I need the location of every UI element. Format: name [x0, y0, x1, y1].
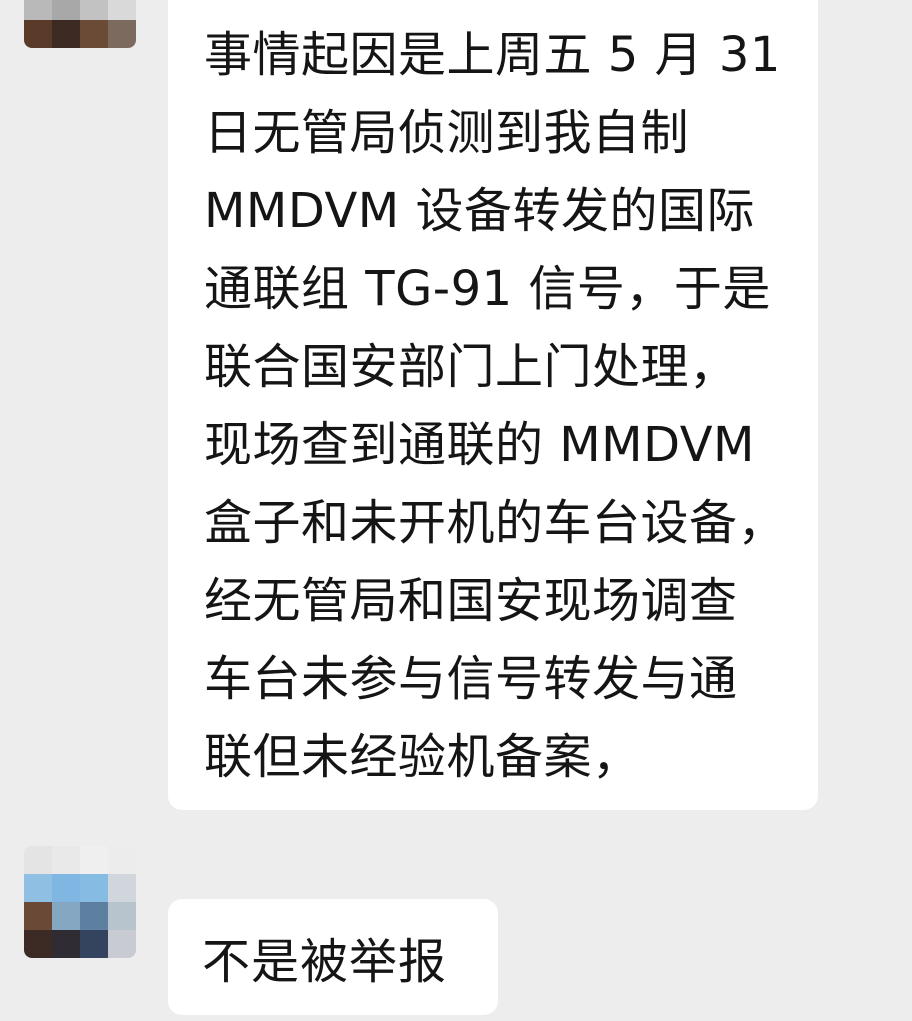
sender-avatar-top[interactable] — [24, 0, 136, 48]
message-bubble-2[interactable]: 不是被举报 — [168, 899, 498, 1015]
message-line: 联合国安部门上门处理， — [204, 339, 738, 395]
message-line: 联但未经验机备案， — [204, 729, 641, 785]
message-line: 事情起因是上周五 5 月 31 — [204, 27, 781, 83]
message-line: 现场查到通联的 MMDVM — [204, 417, 755, 473]
message-bubble-1[interactable]: 事情起因是上周五 5 月 31 日无管局侦测到我自制 MMDVM 设备转发的国际… — [168, 0, 818, 810]
message-line: 盒子和未开机的车台设备， — [204, 495, 787, 551]
message-text: 不是被举报 — [202, 934, 448, 990]
message-line: 经无管局和国安现场调查 — [204, 573, 738, 629]
message-line: 通联组 TG-91 信号，于是 — [204, 261, 771, 317]
message-line: 车台未参与信号转发与通 — [204, 651, 738, 707]
message-line: 日无管局侦测到我自制 — [204, 105, 690, 161]
message-line: MMDVM 设备转发的国际 — [204, 183, 755, 239]
sender-avatar-bottom[interactable] — [24, 846, 136, 958]
